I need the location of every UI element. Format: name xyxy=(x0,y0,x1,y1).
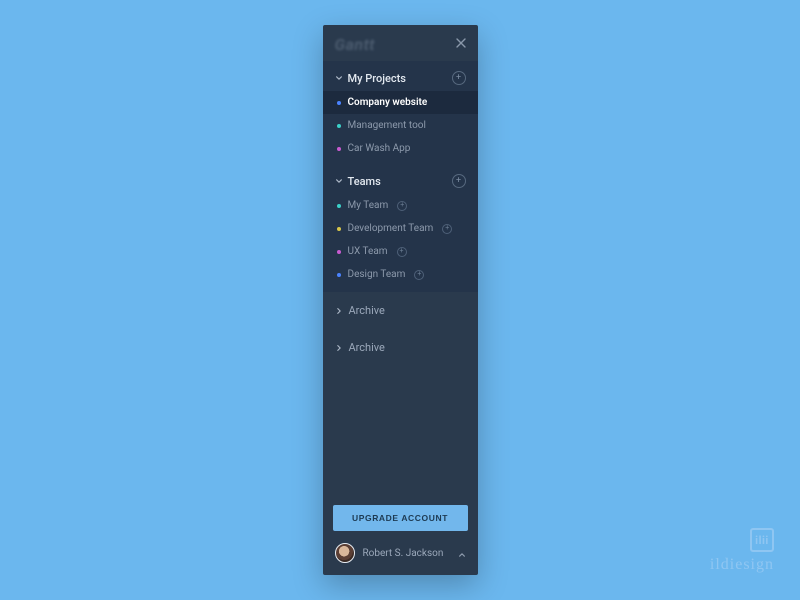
status-dot-icon xyxy=(337,250,341,254)
chevron-down-icon xyxy=(335,74,343,82)
sidebar-item-label: UX Team xyxy=(348,246,388,257)
watermark-logo-icon: ilii xyxy=(750,528,774,552)
sidebar-item-team[interactable]: My Team + xyxy=(323,194,478,217)
watermark-text: ildiesign xyxy=(710,556,774,574)
sidebar-footer: UPGRADE ACCOUNT Robert S. Jackson xyxy=(323,495,478,575)
sidebar-item-label: Company website xyxy=(348,97,428,108)
status-dot-icon xyxy=(337,147,341,151)
sidebar: Gantt My Projects + Company website xyxy=(323,25,478,575)
sidebar-item-label: My Team xyxy=(348,200,389,211)
sidebar-item-project[interactable]: Management tool xyxy=(323,114,478,137)
sidebar-body: My Projects + Company website Management… xyxy=(323,61,478,495)
sidebar-item-label: Management tool xyxy=(348,120,426,131)
user-menu[interactable]: Robert S. Jackson xyxy=(333,543,468,563)
chevron-right-icon xyxy=(335,344,343,352)
close-icon[interactable] xyxy=(456,37,466,51)
sidebar-item-label: Development Team xyxy=(348,223,434,234)
app-logo: Gantt xyxy=(335,35,376,54)
add-member-icon[interactable]: + xyxy=(397,247,407,257)
sidebar-item-team[interactable]: Development Team + xyxy=(323,217,478,240)
chevron-up-icon xyxy=(458,544,466,563)
add-member-icon[interactable]: + xyxy=(442,224,452,234)
section-title: Archive xyxy=(349,304,385,317)
upgrade-account-button[interactable]: UPGRADE ACCOUNT xyxy=(333,505,468,531)
user-name-label: Robert S. Jackson xyxy=(363,548,450,559)
sidebar-header: Gantt xyxy=(323,25,478,61)
section-title: My Projects xyxy=(348,72,406,85)
section-title: Teams xyxy=(348,175,381,188)
section-title: Archive xyxy=(349,341,385,354)
sidebar-item-label: Design Team xyxy=(348,269,406,280)
sidebar-item-project[interactable]: Company website xyxy=(323,91,478,114)
status-dot-icon xyxy=(337,227,341,231)
section-projects: My Projects + Company website Management… xyxy=(323,61,478,292)
sidebar-item-team[interactable]: UX Team + xyxy=(323,240,478,263)
status-dot-icon xyxy=(337,124,341,128)
add-member-icon[interactable]: + xyxy=(414,270,424,280)
add-team-icon[interactable]: + xyxy=(452,174,466,188)
chevron-right-icon xyxy=(335,307,343,315)
sidebar-item-project[interactable]: Car Wash App xyxy=(323,137,478,160)
watermark: ilii ildiesign xyxy=(710,528,774,574)
chevron-down-icon xyxy=(335,177,343,185)
add-member-icon[interactable]: + xyxy=(397,201,407,211)
status-dot-icon xyxy=(337,204,341,208)
sidebar-item-team[interactable]: Design Team + xyxy=(323,263,478,286)
section-header-archive[interactable]: Archive xyxy=(323,329,478,366)
section-header-archive[interactable]: Archive xyxy=(323,292,478,329)
status-dot-icon xyxy=(337,273,341,277)
sidebar-item-label: Car Wash App xyxy=(348,143,411,154)
section-header-projects[interactable]: My Projects + xyxy=(323,61,478,91)
avatar xyxy=(335,543,355,563)
section-header-teams[interactable]: Teams + xyxy=(323,160,478,194)
status-dot-icon xyxy=(337,101,341,105)
add-project-icon[interactable]: + xyxy=(452,71,466,85)
